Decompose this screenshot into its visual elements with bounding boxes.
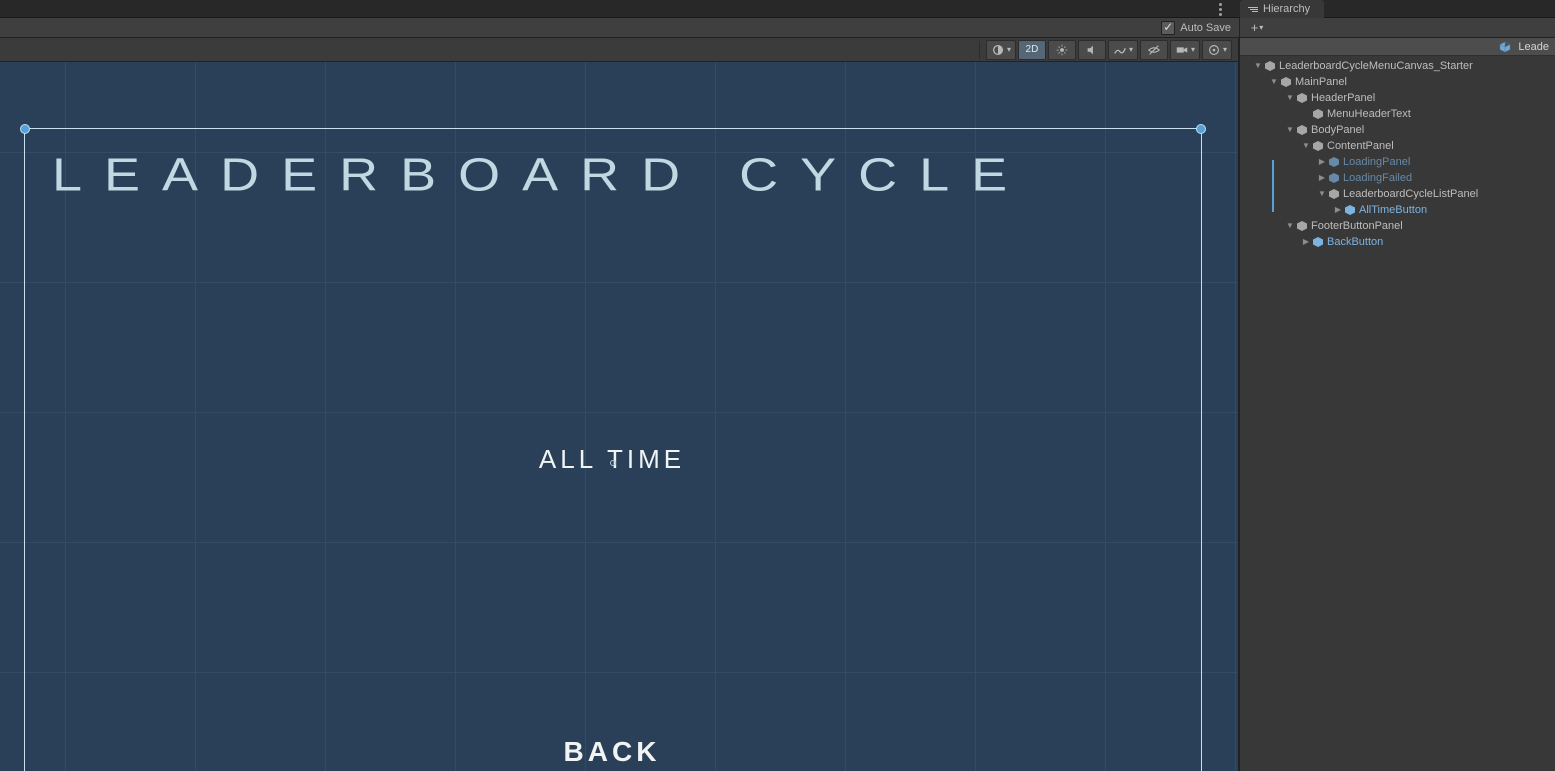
foldout-icon[interactable]: ▼: [1284, 93, 1296, 102]
tree-row-list-panel[interactable]: ▼ LeaderboardCycleListPanel: [1240, 186, 1555, 202]
tree-row-header-panel[interactable]: ▼ HeaderPanel: [1240, 90, 1555, 106]
toolbar-separator: [979, 41, 980, 59]
override-bar: [1272, 194, 1274, 212]
gameobject-icon: [1312, 140, 1324, 152]
gameobject-icon: [1296, 92, 1308, 104]
foldout-icon[interactable]: ▼: [1316, 189, 1328, 198]
tree-row-body-panel[interactable]: ▼ BodyPanel: [1240, 122, 1555, 138]
scene-toolbar: ▾ 2D ▾ ▾ ▾: [0, 38, 1238, 62]
gameobject-icon: [1328, 188, 1340, 200]
hierarchy-toolbar: +▾: [1240, 18, 1555, 38]
mode-2d-button[interactable]: 2D: [1018, 40, 1046, 60]
override-bar: [1272, 160, 1274, 194]
prefab-icon: [1328, 156, 1340, 168]
scene-header-row[interactable]: Leade: [1240, 38, 1555, 56]
foldout-icon[interactable]: ▼: [1284, 125, 1296, 134]
panel-menu-icon[interactable]: [1213, 2, 1227, 16]
foldout-icon[interactable]: ▶: [1332, 205, 1344, 214]
hierarchy-tree: ▼ LeaderboardCycleMenuCanvas_Starter ▼ M…: [1240, 56, 1555, 252]
hidden-objects-button[interactable]: [1140, 40, 1168, 60]
create-button[interactable]: +▾: [1246, 20, 1268, 36]
scene-view: ▾ 2D ▾ ▾ ▾ LEADERBOARD CYCLE ALL T: [0, 38, 1239, 771]
auto-save-checkbox[interactable]: [1161, 21, 1175, 35]
auto-save-label: Auto Save: [1180, 22, 1231, 34]
tree-row-menu-header-text[interactable]: MenuHeaderText: [1240, 106, 1555, 122]
tree-row-loading-failed[interactable]: ▶ LoadingFailed: [1240, 170, 1555, 186]
foldout-icon[interactable]: ▼: [1268, 77, 1280, 86]
tree-row-alltime-button[interactable]: ▶ AllTimeButton: [1240, 202, 1555, 218]
tree-row-footer-panel[interactable]: ▼ FooterButtonPanel: [1240, 218, 1555, 234]
prefab-icon: [1328, 172, 1340, 184]
gameobject-icon: [1280, 76, 1292, 88]
lighting-toggle-button[interactable]: [1048, 40, 1076, 60]
pivot-indicator-icon: [610, 460, 616, 466]
hierarchy-panel: +▾ Leade ▼ LeaderboardCycleMenuCanvas_St…: [1239, 18, 1555, 771]
prefab-icon: [1499, 41, 1511, 53]
hierarchy-tab[interactable]: Hierarchy: [1240, 0, 1324, 18]
foldout-icon[interactable]: ▼: [1300, 141, 1312, 150]
tree-row-main-panel[interactable]: ▼ MainPanel: [1240, 74, 1555, 90]
prefab-toolbar: Auto Save: [0, 18, 1239, 38]
effects-toggle-button[interactable]: ▾: [1108, 40, 1138, 60]
shading-mode-button[interactable]: ▾: [986, 40, 1016, 60]
tree-row-back-button[interactable]: ▶ BackButton: [1240, 234, 1555, 250]
gizmos-button[interactable]: ▾: [1202, 40, 1232, 60]
foldout-icon[interactable]: ▶: [1316, 157, 1328, 166]
tree-row-content-panel[interactable]: ▼ ContentPanel: [1240, 138, 1555, 154]
camera-button[interactable]: ▾: [1170, 40, 1200, 60]
scene-name: Leade: [1518, 41, 1549, 53]
back-button[interactable]: BACK: [0, 736, 1224, 768]
gameobject-icon: [1312, 108, 1324, 120]
gameobject-icon: [1264, 60, 1276, 72]
foldout-icon[interactable]: ▶: [1300, 237, 1312, 246]
hierarchy-tab-label: Hierarchy: [1263, 3, 1310, 15]
foldout-icon[interactable]: ▶: [1316, 173, 1328, 182]
prefab-icon: [1312, 236, 1324, 248]
tree-row-loading-panel[interactable]: ▶ LoadingPanel: [1240, 154, 1555, 170]
hierarchy-icon: [1248, 7, 1258, 12]
gameobject-icon: [1296, 124, 1308, 136]
audio-toggle-button[interactable]: [1078, 40, 1106, 60]
gameobject-icon: [1296, 220, 1308, 232]
canvas-area[interactable]: LEADERBOARD CYCLE ALL TIME BACK: [0, 62, 1238, 771]
foldout-icon[interactable]: ▼: [1252, 61, 1264, 70]
prefab-icon: [1344, 204, 1356, 216]
menu-header-text: LEADERBOARD CYCLE: [24, 149, 1202, 202]
foldout-icon[interactable]: ▼: [1284, 221, 1296, 230]
tree-row-canvas[interactable]: ▼ LeaderboardCycleMenuCanvas_Starter: [1240, 58, 1555, 74]
